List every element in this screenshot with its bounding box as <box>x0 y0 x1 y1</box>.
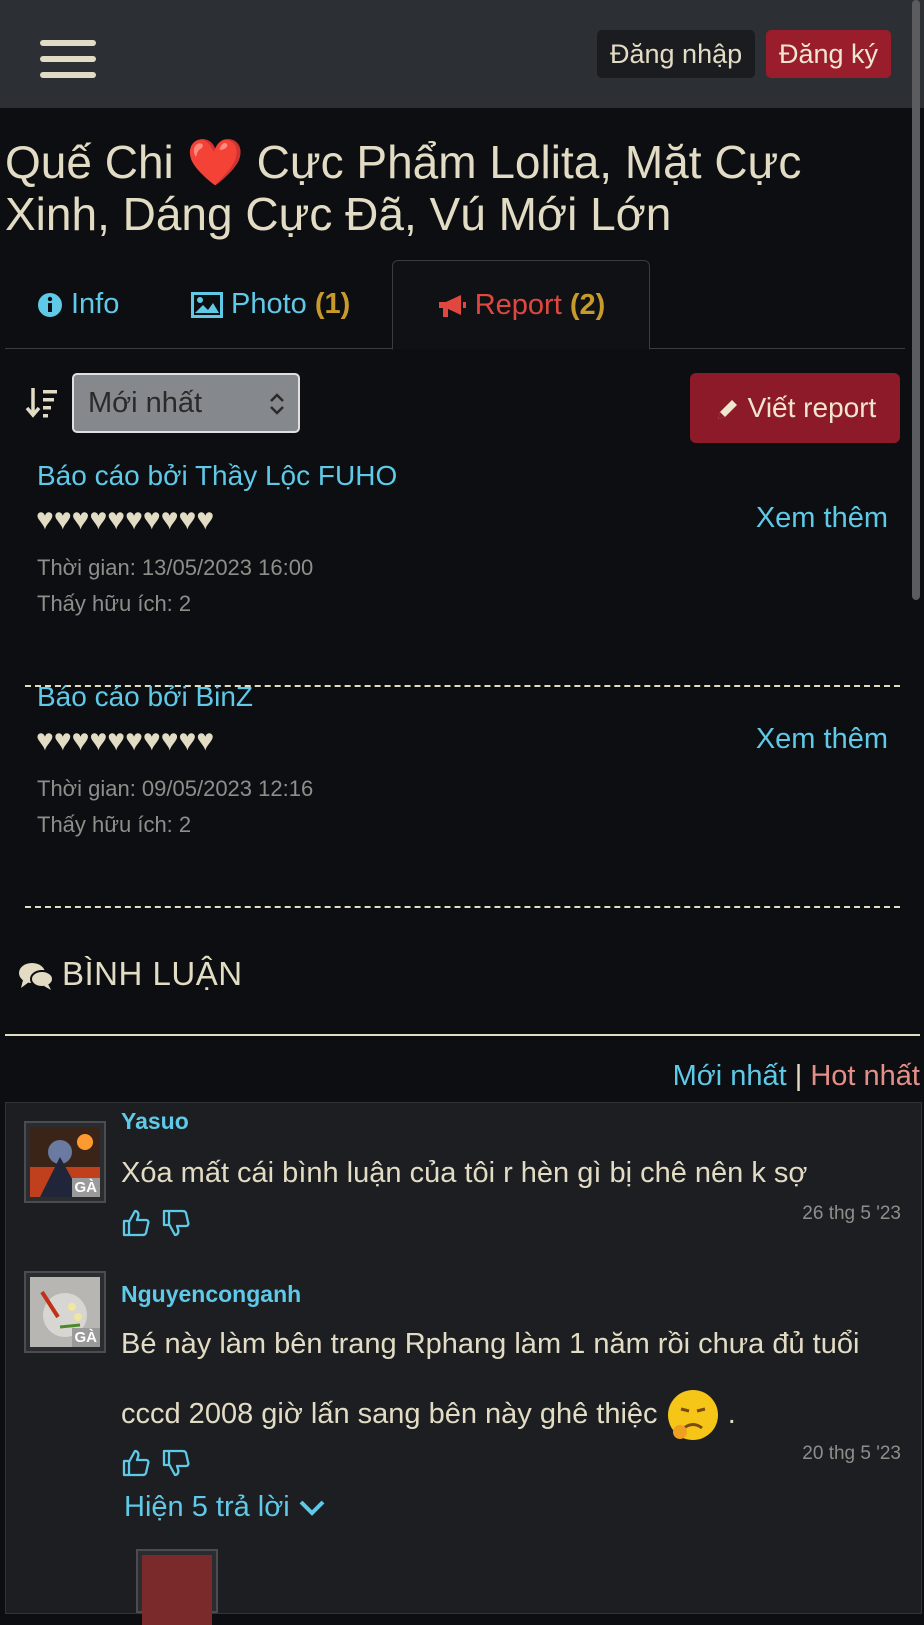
tab-bar: Info Photo (1) Report (2) <box>5 260 905 350</box>
image-icon <box>191 292 223 319</box>
comment-date: 20 thg 5 '23 <box>802 1443 901 1464</box>
thumbs-up-icon[interactable] <box>121 1208 151 1238</box>
menu-icon[interactable] <box>40 40 96 78</box>
top-navbar: Đăng nhập Đăng ký <box>0 0 924 108</box>
rating-hearts: ♥♥♥♥♥♥♥♥♥♥ <box>36 503 215 536</box>
heart-emoji-icon: ❤️ <box>186 136 244 188</box>
report-time: Thời gian: 09/05/2023 12:16 <box>37 776 314 801</box>
report-card: Báo cáo bởi Thầy Lộc FUHO ♥♥♥♥♥♥♥♥♥♥ Xem… <box>25 460 900 687</box>
chevron-down-icon <box>299 1500 325 1517</box>
report-card: Báo cáo bởi BinZ ♥♥♥♥♥♥♥♥♥♥ Xem thêm Thờ… <box>25 681 900 908</box>
info-circle-icon <box>38 293 62 318</box>
register-button[interactable]: Đăng ký <box>766 30 892 78</box>
tab-photo[interactable]: Photo (1) <box>191 260 350 348</box>
updown-caret-icon <box>270 393 284 415</box>
report-time: Thời gian: 13/05/2023 16:00 <box>37 555 314 580</box>
sort-hot-link[interactable]: Hot nhất <box>810 1060 920 1092</box>
thumbs-up-icon[interactable] <box>121 1448 151 1478</box>
report-useful: Thấy hữu ích: 2 <box>37 812 192 837</box>
sort-selected-value: Mới nhất <box>88 387 203 419</box>
rank-badge: GÀ <box>71 1178 100 1197</box>
report-useful: Thấy hữu ích: 2 <box>37 591 192 616</box>
comments-heading: BÌNH LUẬN <box>18 955 243 993</box>
see-more-link[interactable]: Xem thêm <box>756 502 888 535</box>
comment-username[interactable]: Yasuo <box>121 1108 189 1135</box>
comment-text: Bé này làm bên trang Rphang làm 1 năm rồ… <box>121 1309 859 1449</box>
comment-date: 26 thg 5 '23 <box>802 1203 901 1224</box>
avatar[interactable]: GÀ <box>24 1121 106 1203</box>
sort-desc-icon[interactable] <box>25 386 59 420</box>
tab-info[interactable]: Info <box>37 260 119 348</box>
report-author[interactable]: Báo cáo bởi BinZ <box>37 681 253 713</box>
tab-report[interactable]: Report (2) <box>392 260 650 350</box>
rating-hearts: ♥♥♥♥♥♥♥♥♥♥ <box>36 724 215 757</box>
rank-badge: GÀ <box>71 1328 100 1347</box>
page-scrollbar[interactable] <box>912 0 920 600</box>
avatar[interactable]: GÀ <box>24 1271 106 1353</box>
report-author[interactable]: Báo cáo bởi Thầy Lộc FUHO <box>37 460 397 492</box>
sad-face-emoji-icon <box>667 1390 718 1441</box>
thumbs-down-icon[interactable] <box>161 1208 191 1238</box>
sort-newest-link[interactable]: Mới nhất <box>673 1060 787 1092</box>
thumbs-down-icon[interactable] <box>161 1448 191 1478</box>
login-button[interactable]: Đăng nhập <box>597 30 756 78</box>
comment-username[interactable]: Nguyenconganh <box>121 1281 301 1308</box>
pencil-icon <box>717 399 737 419</box>
comment-list: GÀ Yasuo Xóa mất cái bình luận của tôi r… <box>5 1102 922 1625</box>
divider <box>5 1034 920 1036</box>
write-report-button[interactable]: Viết report <box>690 373 900 443</box>
see-more-link[interactable]: Xem thêm <box>756 723 888 756</box>
comments-icon <box>19 963 54 991</box>
show-replies-link[interactable]: Hiện 5 trả lời <box>124 1491 326 1524</box>
page-title: Quế Chi ❤️ Cực Phẩm Lolita, Mặt Cực Xinh… <box>5 136 802 240</box>
avatar-image <box>142 1555 212 1625</box>
bullhorn-icon <box>438 295 466 318</box>
comment-sort: Mới nhất | Hot nhất <box>672 1060 920 1092</box>
sort-select[interactable]: Mới nhất <box>72 373 300 433</box>
comment-text: Xóa mất cái bình luận của tôi r hèn gì b… <box>121 1157 808 1189</box>
avatar[interactable] <box>136 1549 218 1625</box>
